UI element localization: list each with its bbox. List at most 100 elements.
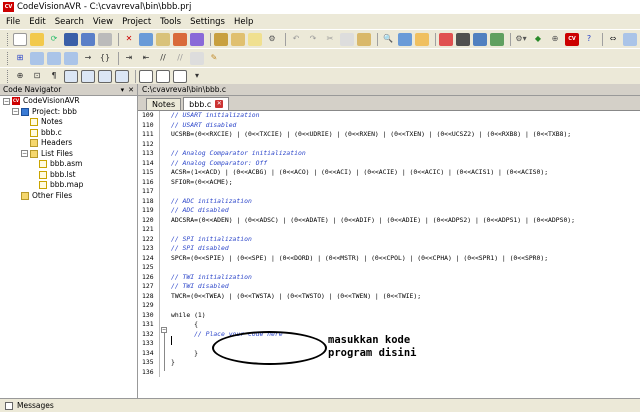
- tree-node[interactable]: bbb.c: [0, 128, 137, 139]
- block-icon[interactable]: [190, 51, 204, 65]
- code-line[interactable]: 123 // SPI disabled: [138, 244, 640, 254]
- bookmark-prev-icon[interactable]: [64, 51, 78, 65]
- redo-icon[interactable]: ↷: [306, 33, 320, 46]
- comment-icon[interactable]: //: [156, 52, 170, 65]
- goto-line-icon[interactable]: →: [81, 52, 95, 65]
- paragraph-icon[interactable]: ¶: [47, 70, 61, 83]
- tree-node[interactable]: bbb.map: [0, 180, 137, 191]
- code-line[interactable]: 128 TWCR=(0<<TWEA) | (0<<TWSTA) | (0<<TWS…: [138, 291, 640, 301]
- menu-settings[interactable]: Settings: [190, 17, 225, 27]
- tree-node[interactable]: bbb.lst: [0, 170, 137, 181]
- navigation-icon[interactable]: ◆: [531, 33, 545, 46]
- bookmark-toggle-icon[interactable]: [30, 51, 44, 65]
- code-line[interactable]: 120 ADCSRA=(0<<ADEN) | (0<<ADSC) | (0<<AD…: [138, 215, 640, 225]
- window-split-icon[interactable]: ⇔: [606, 33, 620, 46]
- undo-icon[interactable]: ↶: [289, 33, 303, 46]
- code-line[interactable]: 114 // Analog Comparator: Off: [138, 158, 640, 168]
- compile-icon[interactable]: [156, 32, 170, 46]
- bookmark-icon[interactable]: ⊞: [13, 52, 27, 65]
- view-btn-2-icon[interactable]: [81, 69, 95, 83]
- menu-search[interactable]: Search: [55, 17, 84, 27]
- menu-edit[interactable]: Edit: [29, 17, 45, 27]
- code-line[interactable]: 111 UCSRB=(0<<RXCIE) | (0<<TXCIE) | (0<<U…: [138, 130, 640, 140]
- code-line[interactable]: 113 // Analog Comparator initialization: [138, 149, 640, 159]
- menu-help[interactable]: Help: [234, 17, 253, 27]
- code-line[interactable]: 124 SPCR=(0<<SPIE) | (0<<SPE) | (0<<DORD)…: [138, 253, 640, 263]
- tree-node[interactable]: Other Files: [0, 191, 137, 202]
- uncomment-icon[interactable]: //: [173, 52, 187, 65]
- code-line[interactable]: 115 ACSR=(1<<ACD) | (0<<ACBG) | (0<<ACO) …: [138, 168, 640, 178]
- open-folder-icon[interactable]: [30, 32, 44, 46]
- menu-project[interactable]: Project: [122, 17, 151, 27]
- code-line[interactable]: 112: [138, 139, 640, 149]
- code-line[interactable]: 116 SFIOR=(0<<ACME);: [138, 177, 640, 187]
- code-line[interactable]: 130 while (1): [138, 310, 640, 320]
- pin-icon[interactable]: ▾: [121, 86, 125, 94]
- code-line[interactable]: 117: [138, 187, 640, 197]
- code-line[interactable]: 126 // TWI initialization: [138, 272, 640, 282]
- reopen-icon[interactable]: ⟳: [47, 33, 61, 46]
- tree-node[interactable]: Notes: [0, 117, 137, 128]
- code-templates-icon[interactable]: ⊡: [30, 70, 44, 83]
- terminal-icon[interactable]: [490, 32, 504, 46]
- tree-expander-icon[interactable]: −: [12, 108, 19, 116]
- tree-expander-icon[interactable]: −: [3, 97, 10, 105]
- view-btn-3-icon[interactable]: [98, 69, 112, 83]
- code-line[interactable]: 129: [138, 301, 640, 311]
- window-tile-icon[interactable]: [623, 32, 637, 46]
- zoom-in-icon[interactable]: ⊕: [548, 33, 562, 46]
- tab-notes[interactable]: Notes: [146, 98, 182, 110]
- tree-node[interactable]: − CV CodeVisionAVR: [0, 96, 137, 107]
- copy-icon[interactable]: [340, 32, 354, 46]
- code-line[interactable]: 125: [138, 263, 640, 273]
- menu-file[interactable]: File: [6, 17, 20, 27]
- tree-node[interactable]: Headers: [0, 138, 137, 149]
- print-icon[interactable]: [98, 32, 112, 46]
- gear-dropdown-icon[interactable]: ⚙▾: [514, 33, 528, 46]
- cut-icon[interactable]: ✂: [323, 33, 337, 46]
- code-line[interactable]: 136: [138, 367, 640, 377]
- paste-icon[interactable]: [357, 32, 371, 46]
- navigator-icon[interactable]: ⊕: [13, 70, 27, 83]
- close-tab-icon[interactable]: ✕: [215, 100, 224, 108]
- tab-bbb-c[interactable]: bbb.c ✕: [183, 97, 230, 110]
- tree-expander-icon[interactable]: −: [21, 150, 28, 158]
- messages-bar[interactable]: Messages: [0, 398, 640, 412]
- chip-icon[interactable]: [456, 32, 470, 46]
- bookmark-next-icon[interactable]: [47, 51, 61, 65]
- match-brace-icon[interactable]: {}: [98, 52, 112, 65]
- toolbar-grip[interactable]: [7, 51, 10, 65]
- cv-wizard-icon[interactable]: CV: [565, 32, 579, 46]
- replace-icon[interactable]: [398, 32, 412, 46]
- programmer-icon[interactable]: [473, 32, 487, 46]
- menu-tools[interactable]: Tools: [160, 17, 181, 27]
- help-icon[interactable]: ?: [582, 33, 596, 46]
- layout-3-icon[interactable]: [173, 69, 187, 83]
- indent-icon[interactable]: ⇥: [122, 52, 136, 65]
- toolbar-grip[interactable]: [7, 32, 10, 46]
- toolbar-options-icon[interactable]: ▾: [190, 70, 204, 83]
- build-all-icon[interactable]: [190, 32, 204, 46]
- code-line[interactable]: 119 // ADC disabled: [138, 206, 640, 216]
- book-icon[interactable]: [214, 32, 228, 46]
- code-line[interactable]: 121: [138, 225, 640, 235]
- book-open-icon[interactable]: [231, 32, 245, 46]
- tree-node[interactable]: − List Files: [0, 149, 137, 160]
- project-icon[interactable]: [139, 32, 153, 46]
- tree-node[interactable]: − Project: bbb: [0, 107, 137, 118]
- unindent-icon[interactable]: ⇤: [139, 52, 153, 65]
- menu-view[interactable]: View: [93, 17, 113, 27]
- toolbar-grip[interactable]: [7, 69, 10, 83]
- save-icon[interactable]: [64, 32, 78, 46]
- find-icon[interactable]: 🔍: [381, 33, 395, 46]
- debug-icon[interactable]: [439, 32, 453, 46]
- settings-icon[interactable]: ⚙: [265, 33, 279, 46]
- code-line[interactable]: 109 // USART initialization: [138, 111, 640, 121]
- new-file-icon[interactable]: [13, 32, 27, 46]
- find-next-icon[interactable]: [415, 32, 429, 46]
- tree-node[interactable]: bbb.asm: [0, 159, 137, 170]
- code-line[interactable]: 122 // SPI initialization: [138, 234, 640, 244]
- save-all-icon[interactable]: [81, 32, 95, 46]
- code-line[interactable]: 127 // TWI disabled: [138, 282, 640, 292]
- build-icon[interactable]: [173, 32, 187, 46]
